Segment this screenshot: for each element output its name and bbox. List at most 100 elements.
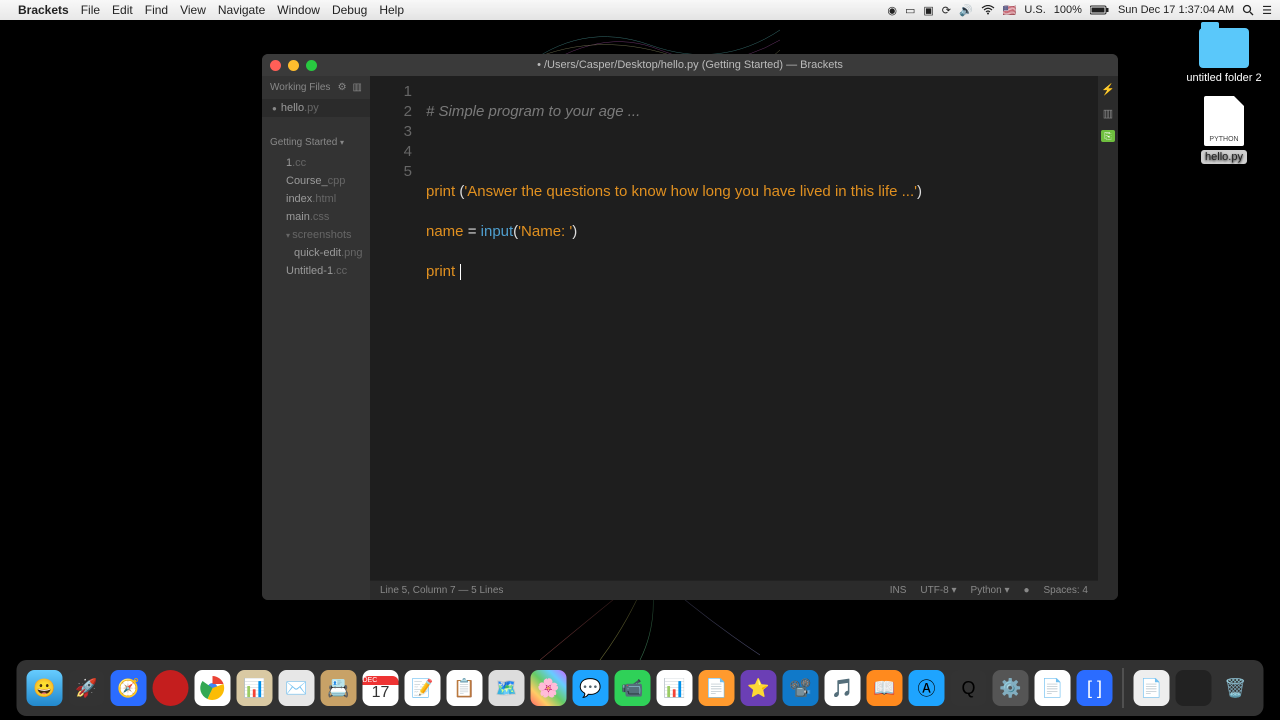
clock[interactable]: Sun Dec 17 1:37:04 AM [1118,4,1234,16]
desktop-folder[interactable]: untitled folder 2 [1184,28,1264,84]
menu-find[interactable]: Find [145,3,168,17]
dock-appstore[interactable]: Ⓐ [909,670,945,706]
menu-file[interactable]: File [81,3,100,17]
encoding-selector[interactable]: UTF-8 ▾ [920,585,956,596]
dock-terminal[interactable] [1176,670,1212,706]
status-bar: Line 5, Column 7 — 5 Lines INS UTF-8 ▾ P… [370,580,1098,600]
project-file-1[interactable]: 1.cc [276,154,370,172]
app-name[interactable]: Brackets [18,3,69,17]
sync-icon[interactable]: ⟳ [942,4,951,17]
editor-area: 1 2 3 4 5 # Simple program to your age .… [370,76,1098,600]
dock-trash[interactable]: 🗑️ [1218,670,1254,706]
insert-mode[interactable]: INS [890,585,907,596]
display-icon[interactable]: ▣ [923,4,933,17]
traffic-lights [270,60,317,71]
battery-icon[interactable] [1090,5,1110,15]
dock-contacts[interactable]: 📇 [321,670,357,706]
python-file-icon: PYTHON [1204,96,1244,146]
dock-quicktime[interactable]: Q [951,670,987,706]
dock-notes[interactable]: 📝 [405,670,441,706]
project-header[interactable]: Getting Started ▾ [262,131,370,154]
working-file-hello[interactable]: ● hello.py [262,99,370,117]
menu-window[interactable]: Window [277,3,320,17]
folder-label: untitled folder 2 [1184,72,1264,84]
zoom-button[interactable] [306,60,317,71]
indent-selector[interactable]: Spaces: 4 [1044,585,1088,596]
file-label: hello.py [1201,150,1247,164]
menu-help[interactable]: Help [379,3,404,17]
dock-opera[interactable] [153,670,189,706]
menu-edit[interactable]: Edit [112,3,133,17]
gear-icon[interactable]: ⚙ [338,82,347,93]
dock-messages[interactable]: 💬 [573,670,609,706]
project-folder-screenshots[interactable]: ▾ screenshots [276,226,370,244]
dock-separator [1123,668,1124,708]
close-button[interactable] [270,60,281,71]
dock-textedit[interactable]: 📄 [1035,670,1071,706]
text-cursor [460,264,461,280]
extension-manager-icon[interactable]: ▥ [1101,106,1115,120]
dock-mail[interactable]: ✉️ [279,670,315,706]
dock-pages[interactable]: 📄 [699,670,735,706]
dock-preferences[interactable]: ⚙️ [993,670,1029,706]
screen-record-icon[interactable]: ◉ [887,4,897,17]
project-file-untitled[interactable]: Untitled-1.cc [276,262,370,280]
battery-percent: 100% [1054,4,1082,16]
desktop-file[interactable]: PYTHON hello.py [1184,96,1264,164]
dock-keynote[interactable]: 📽️ [783,670,819,706]
split-icon[interactable]: ▥ [353,82,362,93]
notification-center-icon[interactable]: ☰ [1262,4,1272,17]
file-name: hello [281,102,304,114]
dock-safari[interactable]: 🧭 [111,670,147,706]
macos-menubar: Brackets File Edit Find View Navigate Wi… [0,0,1280,20]
window-title: • /Users/Casper/Desktop/hello.py (Gettin… [537,59,843,71]
dock-numbers[interactable]: 📊 [657,670,693,706]
airplay-icon[interactable]: ▭ [905,4,915,17]
lint-status-icon[interactable]: ● [1023,585,1029,596]
plugin-icon[interactable]: ⎘ [1101,130,1115,142]
file-ext: .py [304,102,319,114]
dock-brackets[interactable]: [ ] [1077,670,1113,706]
menu-view[interactable]: View [180,3,206,17]
menu-debug[interactable]: Debug [332,3,367,17]
minimize-button[interactable] [288,60,299,71]
working-files-header[interactable]: Working Files ⚙ ▥ [262,76,370,99]
project-file-course[interactable]: Course_cpp [276,172,370,190]
dock-imovie[interactable]: ⭐ [741,670,777,706]
dock-facetime[interactable]: 📹 [615,670,651,706]
dock-reminders[interactable]: 📋 [447,670,483,706]
project-file-main[interactable]: main.css [276,208,370,226]
dock-photos[interactable]: 🌸 [531,670,567,706]
dock-maps[interactable]: 🗺️ [489,670,525,706]
code-content[interactable]: # Simple program to your age ... print (… [426,76,1098,580]
window-titlebar[interactable]: • /Users/Casper/Desktop/hello.py (Gettin… [262,54,1118,76]
wifi-icon[interactable] [981,5,995,15]
folder-icon [1199,28,1249,68]
sidebar: Working Files ⚙ ▥ ● hello.py Getting Star… [262,76,370,600]
dock-notes-app[interactable]: 📊 [237,670,273,706]
cursor-position[interactable]: Line 5, Column 7 — 5 Lines [380,585,503,596]
menu-navigate[interactable]: Navigate [218,3,265,17]
dock-ibooks[interactable]: 📖 [867,670,903,706]
project-file-index[interactable]: index.html [276,190,370,208]
chevron-down-icon: ▾ [340,138,344,147]
dock-finder[interactable]: 😀 [27,670,63,706]
live-preview-icon[interactable]: ⚡ [1101,82,1115,96]
project-name: Getting Started [270,137,337,148]
macos-dock: 😀 🚀 🧭 📊 ✉️ 📇 DEC 17 📝 📋 🗺️ 🌸 💬 📹 📊 📄 ⭐ 📽… [17,660,1264,716]
volume-icon[interactable]: 🔊 [959,4,973,17]
dock-launchpad[interactable]: 🚀 [69,670,105,706]
input-locale[interactable]: U.S. [1024,4,1045,16]
flag-icon[interactable]: 🇺🇸 [1003,4,1017,17]
language-selector[interactable]: Python ▾ [971,585,1010,596]
code-editor[interactable]: 1 2 3 4 5 # Simple program to your age .… [370,76,1098,580]
project-file-quickedit[interactable]: quick-edit.png [276,244,370,262]
dock-chrome[interactable] [195,670,231,706]
dock-itunes[interactable]: 🎵 [825,670,861,706]
working-files-label: Working Files [270,82,330,93]
dock-calendar[interactable]: DEC 17 [363,670,399,706]
right-toolbar: ⚡ ▥ ⎘ [1098,76,1118,600]
dirty-dot-icon: ● [272,104,277,113]
spotlight-icon[interactable] [1242,4,1254,16]
dock-document[interactable]: 📄 [1134,670,1170,706]
